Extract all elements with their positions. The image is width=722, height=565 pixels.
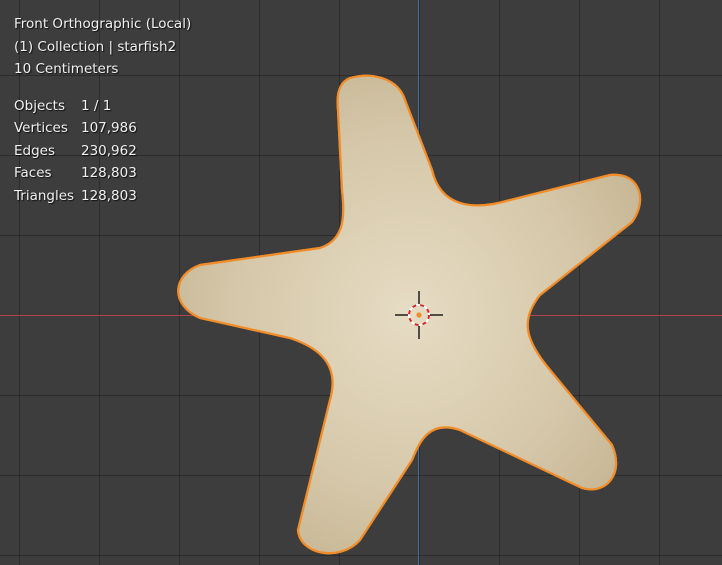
stat-triangles: Triangles 128,803 <box>14 185 191 208</box>
scene-statistics: Objects 1 / 1 Vertices 107,986 Edges 230… <box>14 95 191 208</box>
stat-faces: Faces 128,803 <box>14 162 191 185</box>
stat-label: Edges <box>14 142 56 159</box>
stat-value: 1 / 1 <box>81 97 112 114</box>
stat-label: Objects <box>14 97 66 114</box>
grid-scale: 10 Centimeters <box>14 61 119 77</box>
stat-value: 107,986 <box>81 120 137 136</box>
viewport-info-overlay: Front Orthographic (Local) (1) Collectio… <box>14 13 191 207</box>
stat-vertices: Vertices 107,986 <box>14 117 191 140</box>
stat-value: 230,962 <box>81 142 137 159</box>
stat-value: 128,803 <box>81 165 137 181</box>
stat-label: Triangles <box>14 187 75 204</box>
view-name: Front Orthographic (Local) <box>14 16 192 32</box>
stat-label: Vertices <box>14 120 68 136</box>
stat-edges: Edges 230,962 <box>14 140 191 163</box>
3d-viewport[interactable]: Front Orthographic (Local) (1) Collectio… <box>0 0 722 565</box>
stat-label: Faces <box>14 165 52 181</box>
stat-objects: Objects 1 / 1 <box>14 95 191 118</box>
collection-info: (1) Collection | starfish2 <box>14 38 177 55</box>
stat-value: 128,803 <box>81 187 137 204</box>
